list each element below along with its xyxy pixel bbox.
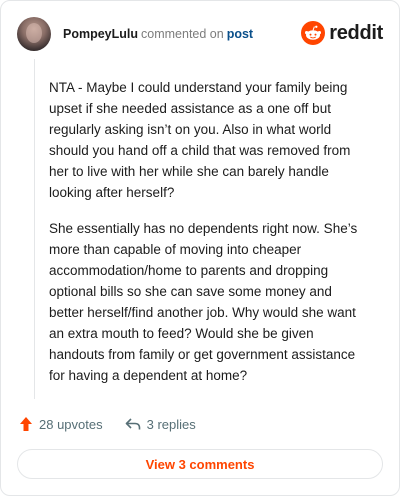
comment-meta: PompeyLulu commented on post bbox=[63, 26, 253, 42]
upvote-arrow-icon bbox=[20, 417, 32, 431]
reddit-snoo-icon bbox=[301, 21, 326, 45]
user-avatar[interactable] bbox=[17, 17, 51, 51]
reply-arrow-icon bbox=[125, 418, 140, 430]
reply-count: 3 replies bbox=[146, 416, 196, 432]
view-comments-button[interactable]: View 3 comments bbox=[17, 449, 383, 479]
commented-on-text: commented on bbox=[141, 27, 224, 41]
reddit-wordmark: reddit bbox=[329, 22, 383, 44]
embedded-comment-card: PompeyLulu commented on post reddit NTA - … bbox=[0, 0, 400, 496]
comment-header: PompeyLulu commented on post reddit bbox=[17, 15, 383, 53]
upvote-button[interactable]: 28 upvotes bbox=[19, 416, 103, 432]
post-link[interactable]: post bbox=[227, 27, 253, 41]
comment-paragraph-2: She essentially has no dependents right … bbox=[49, 221, 358, 383]
comment-actions: 28 upvotes 3 replies bbox=[19, 415, 218, 433]
reddit-logo[interactable]: reddit bbox=[301, 21, 383, 45]
comment-body: NTA - Maybe I could understand your fami… bbox=[49, 77, 367, 401]
replies-button[interactable]: 3 replies bbox=[125, 417, 196, 432]
thread-line bbox=[34, 59, 35, 399]
comment-paragraph-1: NTA - Maybe I could understand your fami… bbox=[49, 80, 351, 200]
upvote-count: 28 upvotes bbox=[39, 416, 103, 432]
username-link[interactable]: PompeyLulu bbox=[63, 27, 138, 41]
